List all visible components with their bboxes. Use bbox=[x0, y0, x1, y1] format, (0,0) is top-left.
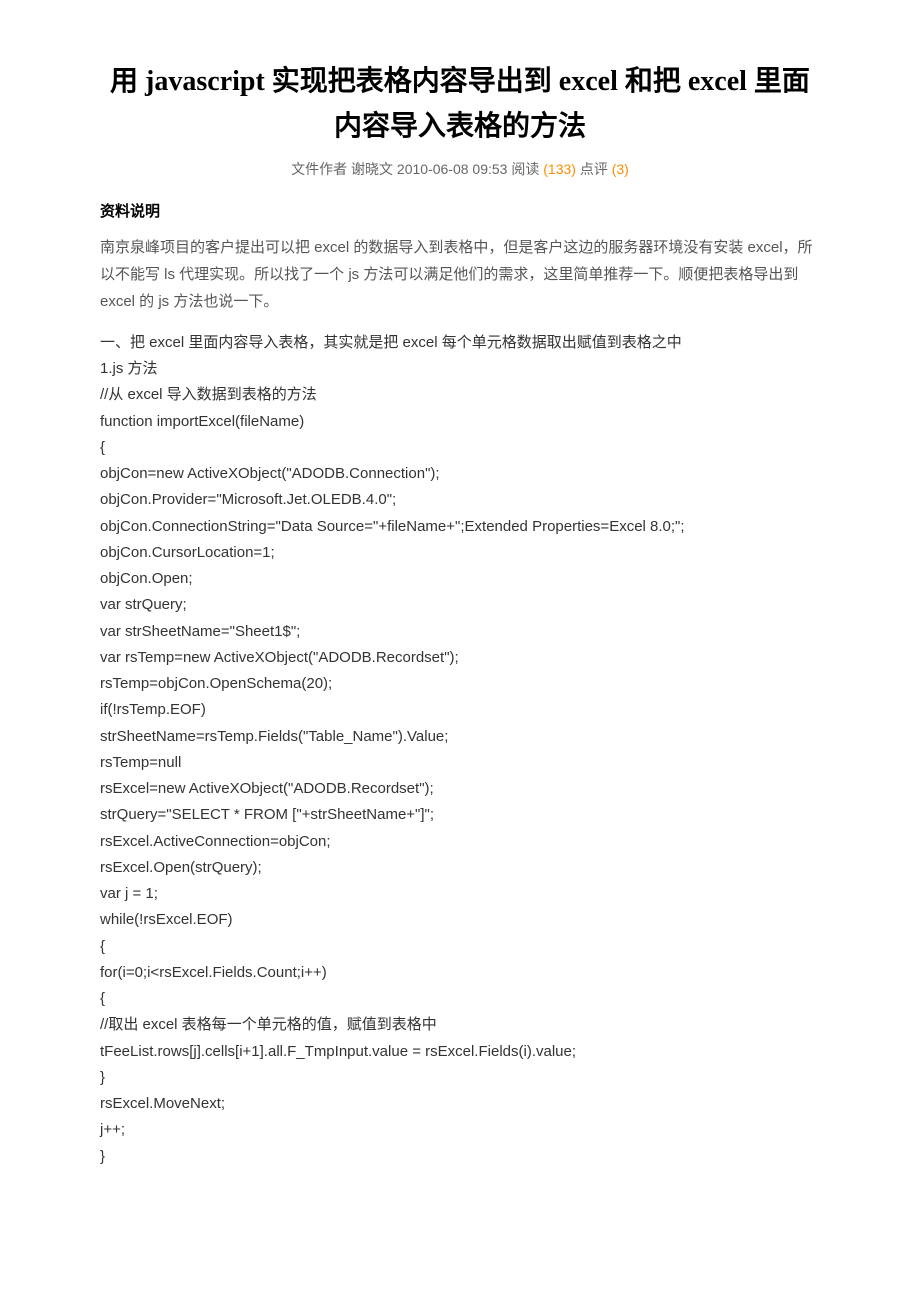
code-content: 一、把 excel 里面内容导入表格，其实就是把 excel 每个单元格数据取出… bbox=[100, 330, 820, 1170]
meta-prefix: 文件作者 谢晓文 2010-06-08 09:53 阅读 bbox=[291, 161, 539, 177]
document-title: 用 javascript 实现把表格内容导出到 excel 和把 excel 里… bbox=[100, 60, 820, 150]
description-text: 南京泉峰项目的客户提出可以把 excel 的数据导入到表格中，但是客户这边的服务… bbox=[100, 234, 820, 315]
document-meta: 文件作者 谢晓文 2010-06-08 09:53 阅读 (133) 点评 (3… bbox=[100, 158, 820, 180]
comment-count: (3) bbox=[612, 161, 629, 177]
read-count: (133) bbox=[543, 161, 576, 177]
section-heading: 资料说明 bbox=[100, 200, 820, 224]
meta-mid: 点评 bbox=[580, 161, 608, 177]
